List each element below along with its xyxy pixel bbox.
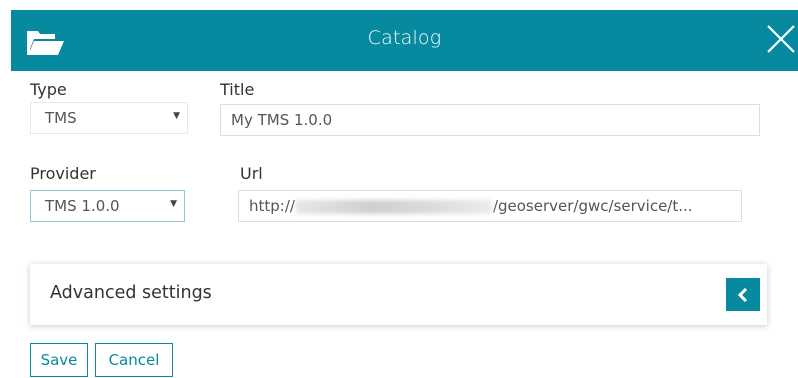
type-label: Type	[30, 80, 67, 99]
url-prefix: http://	[249, 197, 295, 215]
advanced-settings-toggle[interactable]	[726, 278, 760, 311]
cancel-button[interactable]: Cancel	[95, 343, 173, 377]
advanced-settings-panel[interactable]: Advanced settings	[30, 264, 767, 325]
url-label: Url	[240, 164, 263, 183]
provider-label: Provider	[30, 164, 96, 183]
title-input[interactable]: My TMS 1.0.0	[220, 104, 760, 136]
catalog-header: Catalog	[11, 10, 798, 71]
caret-down-icon: ▼	[173, 111, 180, 121]
caret-down-icon: ▼	[170, 199, 177, 209]
title-label: Title	[220, 80, 255, 99]
type-select-value: TMS	[45, 109, 77, 127]
type-select[interactable]: TMS ▼	[30, 102, 188, 134]
provider-select-value: TMS 1.0.0	[45, 197, 120, 215]
catalog-title: Catalog	[367, 27, 442, 49]
chevron-left-icon	[737, 288, 748, 302]
url-input[interactable]: http:// /geoserver/gwc/service/t...	[238, 190, 742, 222]
url-input-value: http:// /geoserver/gwc/service/t...	[249, 197, 693, 215]
redacted-host	[295, 199, 492, 214]
title-input-value: My TMS 1.0.0	[231, 111, 333, 129]
url-suffix: /geoserver/gwc/service/t...	[492, 197, 693, 215]
provider-select[interactable]: TMS 1.0.0 ▼	[30, 190, 185, 222]
save-button[interactable]: Save	[30, 343, 88, 377]
close-icon[interactable]	[766, 24, 796, 54]
advanced-settings-title: Advanced settings	[50, 283, 212, 303]
